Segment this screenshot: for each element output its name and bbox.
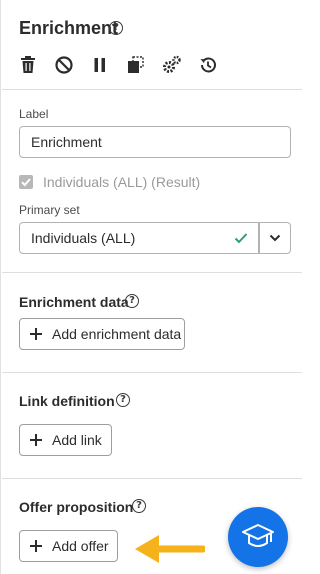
divider — [2, 372, 302, 373]
help-icon[interactable]: ? — [116, 393, 130, 407]
ban-icon[interactable] — [53, 54, 75, 76]
enrichment-properties-panel: Enrichment ? Label Enrichment Individual… — [0, 0, 302, 574]
add-enrichment-data-button[interactable]: Add enrichment data — [19, 318, 185, 350]
help-icon[interactable]: ? — [109, 21, 123, 35]
primary-set-value: Individuals (ALL) — [31, 230, 136, 246]
copy-icon[interactable] — [125, 54, 147, 76]
add-link-button[interactable]: Add link — [19, 424, 112, 456]
enrichment-data-title: Enrichment data — [19, 294, 129, 310]
add-offer-button[interactable]: Add offer — [19, 530, 118, 562]
trash-icon[interactable] — [17, 54, 39, 76]
primary-set-select[interactable]: Individuals (ALL) — [19, 222, 259, 254]
chevron-down-icon — [269, 234, 281, 242]
graduation-cap-icon — [242, 524, 274, 547]
settings-icon[interactable] — [161, 54, 183, 76]
divider — [2, 272, 302, 273]
plus-icon — [30, 328, 42, 340]
label-input[interactable]: Enrichment — [19, 126, 291, 158]
learn-floating-button[interactable] — [228, 507, 288, 567]
panel-title: Enrichment — [19, 18, 119, 38]
offer-proposition-title: Offer proposition — [19, 499, 134, 515]
primary-set-dropdown-button[interactable] — [259, 222, 291, 254]
divider — [2, 478, 302, 479]
result-checkbox[interactable] — [19, 175, 33, 189]
history-icon[interactable] — [197, 54, 219, 76]
plus-icon — [30, 540, 42, 552]
label-caption: Label — [19, 107, 49, 121]
result-checkbox-label: Individuals (ALL) (Result) — [43, 174, 201, 190]
divider — [2, 89, 302, 90]
help-icon[interactable]: ? — [132, 499, 146, 513]
annotation-arrow-icon — [135, 535, 205, 563]
pause-icon[interactable] — [89, 54, 111, 76]
link-definition-title: Link definition — [19, 393, 115, 409]
valid-check-icon — [234, 233, 248, 244]
plus-icon — [30, 434, 42, 446]
help-icon[interactable]: ? — [125, 294, 139, 308]
primary-set-caption: Primary set — [19, 203, 80, 217]
